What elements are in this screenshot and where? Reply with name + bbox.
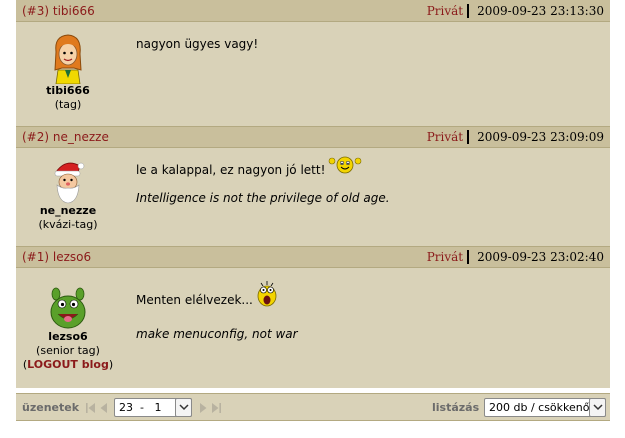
green-monster-avatar-icon[interactable] xyxy=(46,286,90,330)
message-text: le a kalappal, ez nagyon jó lett! xyxy=(136,163,326,177)
post-author-link[interactable]: (#1) lezso6 xyxy=(22,250,91,264)
author-name[interactable]: tibi666 xyxy=(16,84,120,98)
author-rank: (kvázi-tag) xyxy=(38,218,98,231)
next-page-icon[interactable] xyxy=(198,402,208,414)
post-author-link[interactable]: (#2) ne_nezze xyxy=(22,130,109,144)
post: (#3) tibi666 Privát 2009-09-23 23:13:30 xyxy=(16,0,610,126)
private-message-link[interactable]: Privát xyxy=(427,130,470,144)
girl-avatar-icon[interactable] xyxy=(48,32,88,84)
author-name[interactable]: ne_nezze xyxy=(16,204,120,218)
page-select[interactable]: 23 - 1 xyxy=(114,398,192,417)
waving-smiley-icon xyxy=(329,156,362,174)
post-header: (#3) tibi666 Privát 2009-09-23 23:13:30 xyxy=(16,0,610,22)
author-info: lezso6 (senior tag) (LOGOUT blog) xyxy=(16,286,120,372)
post: (#1) lezso6 Privát 2009-09-23 23:02:40 l… xyxy=(16,246,610,388)
author-name[interactable]: lezso6 xyxy=(16,330,120,344)
post-header: (#2) ne_nezze Privát 2009-09-23 23:09:09 xyxy=(16,126,610,148)
messages-panel: (#3) tibi666 Privát 2009-09-23 23:13:30 xyxy=(16,0,610,388)
listing-label: listázás xyxy=(432,401,480,414)
chevron-down-icon[interactable] xyxy=(175,398,192,417)
post-signature: make menuconfig, not war xyxy=(136,327,298,341)
private-message-link[interactable]: Privát xyxy=(427,250,470,264)
listing-select-value: 200 db / csökkenő xyxy=(489,401,590,414)
private-message-link[interactable]: Privát xyxy=(427,3,470,18)
post-text: nagyon ügyes vagy! xyxy=(136,36,258,52)
pager-bar: üzenetek 23 - 1 listázás 200 db / csökke… xyxy=(16,393,610,421)
author-rank: (senior tag) xyxy=(36,344,100,357)
post-signature: Intelligence is not the privilege of old… xyxy=(136,191,390,205)
post-text: le a kalappal, ez nagyon jó lett! Intell… xyxy=(136,156,390,206)
listing-select[interactable]: 200 db / csökkenő xyxy=(484,398,606,417)
chevron-down-icon[interactable] xyxy=(589,398,606,417)
message-text: Menten elélvezek... xyxy=(136,293,253,307)
author-info: ne_nezze (kvázi-tag) xyxy=(16,158,120,232)
page-select-value: 23 - 1 xyxy=(119,401,162,414)
previous-page-icon[interactable] xyxy=(99,402,109,414)
first-page-icon[interactable] xyxy=(86,402,96,414)
messages-label: üzenetek xyxy=(22,401,80,414)
post-timestamp: 2009-09-23 23:02:40 xyxy=(477,250,604,264)
shocked-smiley-icon xyxy=(257,281,277,307)
post-timestamp: 2009-09-23 23:13:30 xyxy=(477,3,604,18)
author-blog: (LOGOUT blog) xyxy=(22,358,114,371)
santa-avatar-icon[interactable] xyxy=(48,158,88,204)
last-page-icon[interactable] xyxy=(211,402,221,414)
post-timestamp: 2009-09-23 23:09:09 xyxy=(477,130,604,144)
author-rank: (tag) xyxy=(54,98,82,111)
post: (#2) ne_nezze Privát 2009-09-23 23:09:09 xyxy=(16,126,610,246)
post-header: (#1) lezso6 Privát 2009-09-23 23:02:40 xyxy=(16,246,610,268)
post-author-link[interactable]: (#3) tibi666 xyxy=(22,4,95,18)
message-text: nagyon ügyes vagy! xyxy=(136,37,259,51)
author-info: tibi666 (tag) xyxy=(16,32,120,112)
post-text: Menten elélvezek... make menuconfig, not… xyxy=(136,280,298,342)
author-blog-link[interactable]: LOGOUT blog xyxy=(27,358,109,371)
